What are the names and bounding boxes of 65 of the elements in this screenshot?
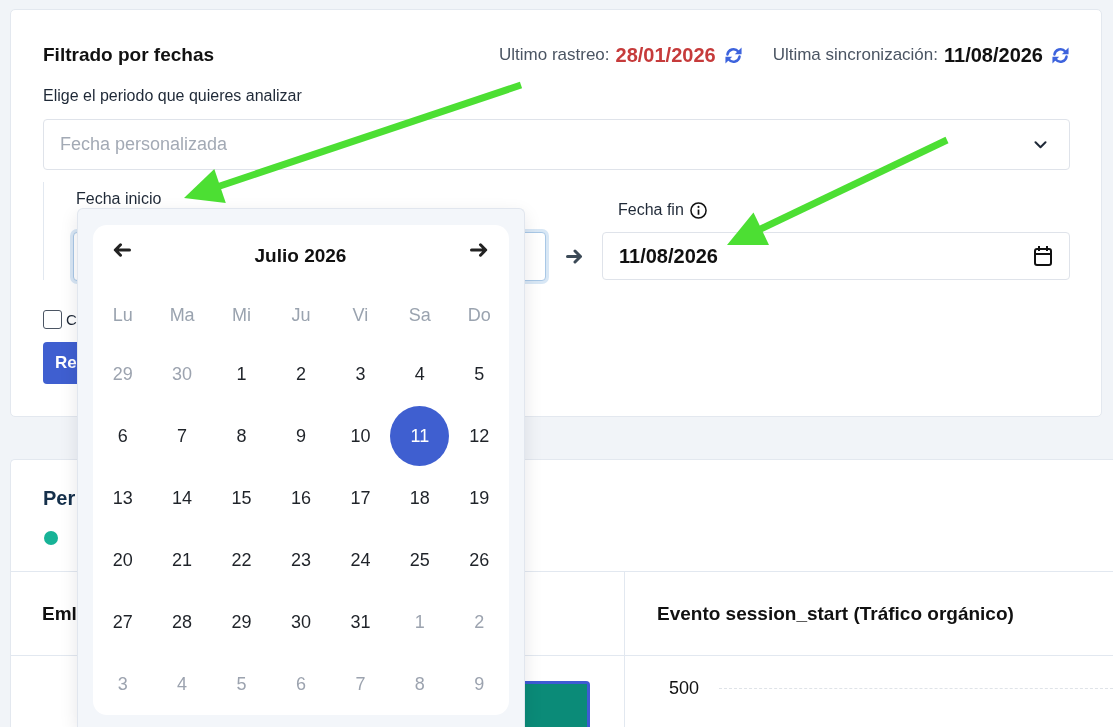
sync-date: 11/08/2026 [944,43,1043,67]
field-label: Fecha inicio [76,190,162,208]
calendar-day[interactable]: 28 [152,592,212,652]
axis-label: 500 [669,678,700,698]
sync-label: Ultimo rastreo: [499,45,610,65]
month-title: Julio 2026 [253,245,348,267]
column-header: Evento session_start (Tráfico orgánico) [657,602,1014,625]
calendar-day[interactable]: 29 [212,592,272,652]
sync-date: 28/01/2026 [615,43,716,67]
submit-button[interactable]: Re [43,342,77,384]
calendar-day[interactable]: 6 [93,406,153,466]
next-month-button[interactable] [470,243,488,257]
calendar-day[interactable]: 19 [449,468,509,528]
checkbox-label: C [66,311,77,328]
calendar-day[interactable]: 21 [152,530,212,590]
calendar-icon [1034,246,1052,266]
sync-label: Ultima sincronización: [772,45,938,65]
section-title: Filtrado por fechas [43,44,215,66]
calendar-day[interactable]: 3 [330,344,390,404]
calendar-day[interactable]: 13 [93,468,153,528]
calendar-day[interactable]: 20 [93,530,153,590]
chevron-down-icon [1034,140,1047,149]
weekday-label: Mi [232,304,252,326]
calendar-day[interactable]: 10 [330,406,390,466]
arrow-right-icon [470,243,488,257]
calendar-day[interactable]: 24 [330,530,390,590]
calendar-day[interactable]: 2 [271,344,331,404]
calendar-day[interactable]: 22 [212,530,272,590]
calendar-day[interactable]: 4 [390,344,450,404]
calendar-day[interactable]: 30 [271,592,331,652]
section-title: Per [43,487,76,509]
helper-text: Elige el periodo que quieres analizar [43,87,302,105]
weekday-label: Lu [112,304,133,326]
calendar-day[interactable]: 9 [271,406,331,466]
calendar-day[interactable]: 18 [390,468,450,528]
arrow-left-icon [113,243,131,257]
calendar-day[interactable]: 25 [390,530,450,590]
checkbox[interactable] [43,310,62,329]
weekday-label: Do [467,304,491,326]
calendar-day[interactable]: 8 [212,406,272,466]
calendar-day[interactable]: 11 [390,406,450,466]
calendar-day[interactable]: 17 [330,468,390,528]
info-icon [689,201,707,219]
calendar-day[interactable]: 23 [271,530,331,590]
calendar-day[interactable]: 5 [449,344,509,404]
weekday-label: Ma [169,304,195,326]
arrow-right-icon [565,249,583,264]
field-label: Fecha fin [618,201,684,219]
date-input-field[interactable]: 11/08/2026 [602,232,1070,280]
weekday-label: Sa [408,304,431,326]
calendar-day[interactable]: 16 [271,468,331,528]
calendar-day[interactable]: 31 [330,592,390,652]
weekday-label: Vi [352,304,369,326]
calendar-day[interactable]: 1 [212,344,272,404]
weekday-label: Ju [291,304,311,326]
calendar-day[interactable]: 15 [212,468,272,528]
refresh-icon[interactable] [723,45,743,65]
column-header: Eml [42,602,77,625]
calendar-day[interactable]: 26 [449,530,509,590]
calendar-day[interactable]: 14 [152,468,212,528]
calendar-day[interactable]: 7 [152,406,212,466]
calendar-day[interactable]: 27 [93,592,153,652]
refresh-icon[interactable] [1051,45,1070,65]
calendar-day[interactable]: 12 [449,406,509,466]
previous-month-button[interactable] [113,243,131,257]
